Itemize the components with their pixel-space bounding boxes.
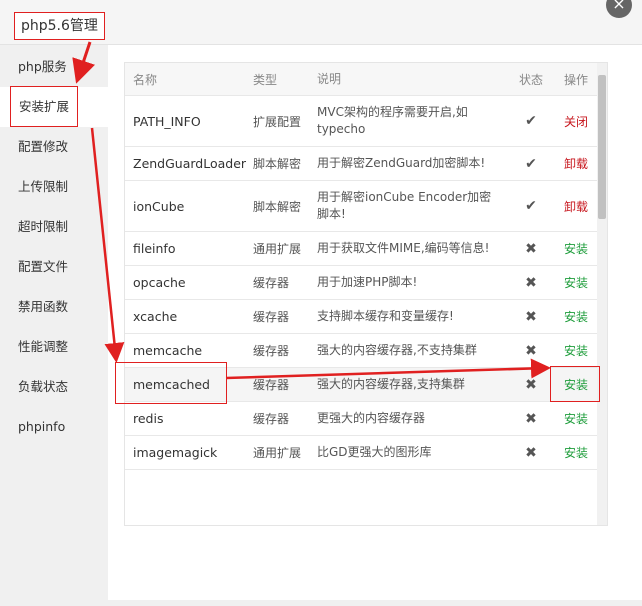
sidebar-item-label: 性能调整 <box>18 339 69 354</box>
header-op: 操作 <box>563 72 588 87</box>
row-name: opcache <box>133 275 186 290</box>
row-name: redis <box>133 411 164 426</box>
row-desc: 用于加速PHP脚本! <box>317 275 418 289</box>
sidebar-item-label: 负载状态 <box>18 379 69 394</box>
row-type: 缓存器 <box>253 276 290 290</box>
title-bar: php5.6管理 × <box>0 0 642 45</box>
window-title: php5.6管理 <box>14 12 105 40</box>
row-name: memcached <box>133 377 210 392</box>
header-name: 名称 <box>133 72 158 87</box>
table-row: ZendGuardLoader 脚本解密 用于解密ZendGuard加密脚本! … <box>125 147 597 181</box>
install-button[interactable]: 安装 <box>555 232 597 265</box>
sidebar: php服务 安装扩展 配置修改 上传限制 超时限制 配置文件 禁用函数 性能调整… <box>0 45 108 606</box>
sidebar-item-label: php服务 <box>18 59 67 74</box>
table-row: opcache 缓存器 用于加速PHP脚本! ✖ 安装 <box>125 266 597 300</box>
table-header: 名称 类型 说明 状态 操作 <box>125 63 597 96</box>
bottom-bar <box>108 600 642 606</box>
table-row: imagemagick 通用扩展 比GD更强大的图形库 ✖ 安装 <box>125 436 597 470</box>
table-row: redis 缓存器 更强大的内容缓存器 ✖ 安装 <box>125 402 597 436</box>
table-row: fileinfo 通用扩展 用于获取文件MIME,编码等信息! ✖ 安装 <box>125 232 597 266</box>
row-type: 脚本解密 <box>253 199 302 214</box>
row-name: xcache <box>133 309 178 324</box>
row-name: imagemagick <box>133 445 218 460</box>
sidebar-item-label: 超时限制 <box>18 219 69 234</box>
sidebar-item-label: 配置文件 <box>18 259 69 274</box>
table-row: ionCube 脚本解密 用于解密ionCube Encoder加密脚本! ✔ … <box>125 181 597 232</box>
row-desc: 用于解密ZendGuard加密脚本! <box>317 156 486 170</box>
sidebar-item-config-file[interactable]: 配置文件 <box>0 247 108 287</box>
sidebar-item-label: phpinfo <box>18 419 66 434</box>
content-panel: 名称 类型 说明 状态 操作 PATH_INFO 扩展配置 MVC架构的程序需要… <box>108 45 642 606</box>
install-button[interactable]: 安装 <box>555 300 597 333</box>
uninstall-button[interactable]: 卸载 <box>555 181 597 231</box>
sidebar-item-disabled-functions[interactable]: 禁用函数 <box>0 287 108 327</box>
row-desc: MVC架构的程序需要开启,如typecho <box>317 105 468 136</box>
check-icon: ✔ <box>525 155 537 172</box>
table-row: memcache 缓存器 强大的内容缓存器,不支持集群 ✖ 安装 <box>125 334 597 368</box>
row-type: 缓存器 <box>253 378 290 392</box>
table-row: memcached 缓存器 强大的内容缓存器,支持集群 ✖ 安装 <box>125 368 597 402</box>
row-type: 扩展配置 <box>253 114 302 129</box>
uninstall-button[interactable]: 卸载 <box>555 147 597 180</box>
row-name: PATH_INFO <box>133 113 201 129</box>
install-button[interactable]: 安装 <box>555 368 597 401</box>
header-desc: 说明 <box>317 71 342 86</box>
row-desc: 比GD更强大的图形库 <box>317 445 432 459</box>
row-type: 缓存器 <box>253 344 290 358</box>
cross-icon: ✖ <box>525 410 537 427</box>
check-icon: ✔ <box>525 113 537 129</box>
header-type: 类型 <box>253 72 278 87</box>
sidebar-item-timeout-limit[interactable]: 超时限制 <box>0 207 108 247</box>
scrollbar-thumb[interactable] <box>598 75 606 219</box>
close-icon[interactable]: × <box>606 0 632 18</box>
sidebar-item-install-extension[interactable]: 安装扩展 <box>0 86 108 127</box>
sidebar-item-php-service[interactable]: php服务 <box>0 47 108 87</box>
scrollbar[interactable] <box>597 63 607 525</box>
row-desc: 用于解密ionCube Encoder加密脚本! <box>317 190 492 221</box>
cross-icon: ✖ <box>525 274 537 291</box>
row-type: 通用扩展 <box>253 242 302 256</box>
row-name: ionCube <box>133 198 185 214</box>
row-type: 缓存器 <box>253 412 290 426</box>
close-button[interactable]: 关闭 <box>555 96 597 146</box>
install-button[interactable]: 安装 <box>555 266 597 299</box>
table-row: xcache 缓存器 支持脚本缓存和变量缓存! ✖ 安装 <box>125 300 597 334</box>
row-name: fileinfo <box>133 241 176 256</box>
row-desc: 支持脚本缓存和变量缓存! <box>317 309 454 323</box>
row-type: 缓存器 <box>253 310 290 324</box>
sidebar-item-label: 安装扩展 <box>10 86 79 127</box>
table-row: PATH_INFO 扩展配置 MVC架构的程序需要开启,如typecho ✔ 关… <box>125 96 597 147</box>
cross-icon: ✖ <box>525 342 537 359</box>
cross-icon: ✖ <box>525 308 537 325</box>
sidebar-item-load-status[interactable]: 负载状态 <box>0 367 108 407</box>
row-type: 通用扩展 <box>253 446 302 460</box>
cross-icon: ✖ <box>525 240 537 257</box>
row-desc: 用于获取文件MIME,编码等信息! <box>317 241 490 255</box>
php-manager-window: php5.6管理 × php服务 安装扩展 配置修改 上传限制 超时限制 配置文… <box>0 0 642 606</box>
install-button[interactable]: 安装 <box>555 402 597 435</box>
row-desc: 强大的内容缓存器,支持集群 <box>317 377 465 391</box>
install-button[interactable]: 安装 <box>555 334 597 367</box>
cross-icon: ✖ <box>525 376 537 393</box>
sidebar-item-label: 配置修改 <box>18 139 69 154</box>
row-name: memcache <box>133 343 203 358</box>
cross-icon: ✖ <box>525 444 537 461</box>
row-type: 脚本解密 <box>253 157 302 171</box>
sidebar-item-label: 禁用函数 <box>18 299 69 314</box>
check-icon: ✔ <box>525 198 537 214</box>
extension-table: 名称 类型 说明 状态 操作 PATH_INFO 扩展配置 MVC架构的程序需要… <box>124 62 608 526</box>
sidebar-item-phpinfo[interactable]: phpinfo <box>0 407 108 447</box>
sidebar-item-performance[interactable]: 性能调整 <box>0 327 108 367</box>
install-button[interactable]: 安装 <box>555 436 597 469</box>
sidebar-item-label: 上传限制 <box>18 179 69 194</box>
row-name: ZendGuardLoader <box>133 156 247 171</box>
sidebar-item-config-edit[interactable]: 配置修改 <box>0 127 108 167</box>
row-desc: 更强大的内容缓存器 <box>317 411 426 425</box>
row-desc: 强大的内容缓存器,不支持集群 <box>317 343 477 357</box>
header-state: 状态 <box>518 72 543 87</box>
sidebar-item-upload-limit[interactable]: 上传限制 <box>0 167 108 207</box>
